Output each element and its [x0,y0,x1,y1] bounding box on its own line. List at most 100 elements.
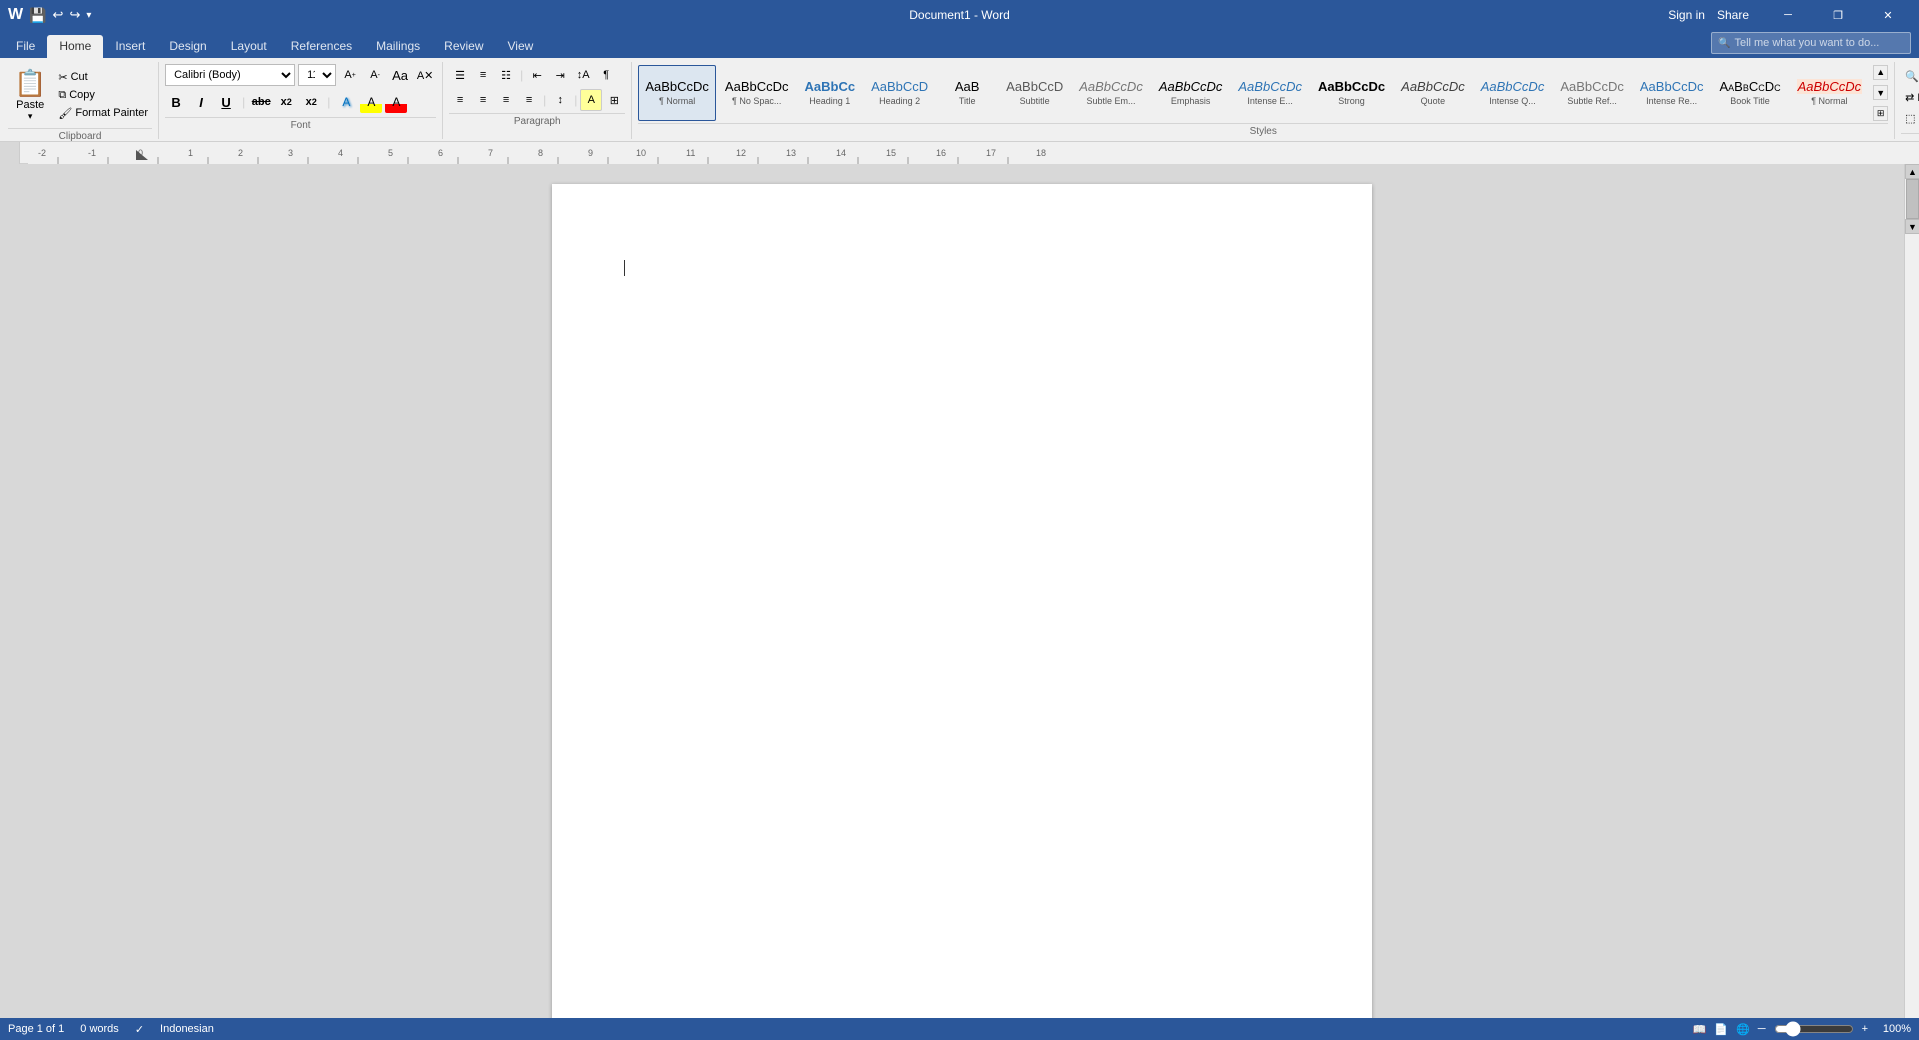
web-layout-button[interactable]: 🌐 [1736,1023,1750,1036]
tab-references[interactable]: References [279,35,364,58]
document-content[interactable] [624,256,1300,278]
numbering-button[interactable]: ≡ [472,64,494,86]
font-name-select[interactable]: Calibri (Body) [165,64,295,86]
font-color-button[interactable]: A [385,91,407,113]
tab-insert[interactable]: Insert [103,35,157,58]
replace-button[interactable]: ⇄ Replace [1901,89,1919,106]
subscript-button[interactable]: x2 [275,91,297,113]
style-heading1-preview: AaBbCc [805,79,856,95]
shading-button[interactable]: A [580,89,602,111]
change-case-button[interactable]: Aa [389,64,411,86]
vertical-scrollbar[interactable]: ▲ ▼ [1904,164,1919,1018]
undo-icon[interactable]: ↩ [53,7,64,23]
paste-dropdown-icon[interactable]: ▾ [28,111,33,122]
paste-button[interactable]: 📋 Paste ▾ [8,64,52,126]
bullets-button[interactable]: ☰ [449,64,471,86]
style-heading2[interactable]: AaBbCcD Heading 2 [864,65,935,121]
style-no-spacing-name: ¶ No Spac... [732,96,781,106]
document-scroll-area[interactable]: biemco [20,164,1904,1018]
align-right-button[interactable]: ≡ [495,89,517,111]
style-emphasis[interactable]: AaBbCcDc Emphasis [1152,65,1230,121]
scroll-up-button[interactable]: ▲ [1905,164,1919,179]
increase-indent-button[interactable]: ⇥ [549,64,571,86]
scroll-thumb[interactable] [1906,179,1919,219]
styles-expand[interactable]: ⊞ [1873,106,1888,121]
style-heading1[interactable]: AaBbCc Heading 1 [798,65,863,121]
document-page[interactable]: biemco [552,184,1372,1018]
text-effects-button[interactable]: A [335,91,357,113]
superscript-button[interactable]: x2 [300,91,322,113]
style-subtle-ref[interactable]: AaBbCcDc Subtle Ref... [1553,65,1631,121]
decrease-font-button[interactable]: A- [364,64,386,86]
share-button[interactable]: Share [1717,8,1749,22]
multilevel-button[interactable]: ☷ [495,64,517,86]
style-intense-e[interactable]: AaBbCcDc Intense E... [1231,65,1309,121]
italic-button[interactable]: I [190,91,212,113]
highlight-color-button[interactable]: A [360,91,382,113]
scroll-down-button[interactable]: ▼ [1905,219,1919,234]
decrease-indent-button[interactable]: ⇤ [526,64,548,86]
underline-button[interactable]: U [215,91,237,113]
style-normal[interactable]: AaBbCcDc ¶ Normal [638,65,716,121]
zoom-in-button[interactable]: + [1862,1023,1868,1035]
language-selector[interactable]: Indonesian [160,1023,214,1035]
style-title[interactable]: AaB Title [937,65,997,121]
find-button[interactable]: 🔍 Find ▾ [1901,68,1919,85]
ribbon-search[interactable]: 🔍 Tell me what you want to do... [1711,32,1911,54]
title-bar: W 💾 ↩ ↪ ▾ Document1 - Word Sign in Share… [0,0,1919,30]
style-quote[interactable]: AaBbCcDc Quote [1394,65,1472,121]
cut-button[interactable]: ✂ Cut [54,69,152,86]
show-formatting-button[interactable]: ¶ [595,64,617,86]
format-painter-button[interactable]: 🖌 Format Painter [54,105,152,122]
strikethrough-button[interactable]: abc [250,91,272,113]
close-button[interactable]: ✕ [1865,0,1911,30]
print-layout-button[interactable]: 📄 [1714,1023,1728,1036]
paragraph-row1: ☰ ≡ ☷ | ⇤ ⇥ ↕A ¶ [449,64,625,86]
zoom-out-button[interactable]: ─ [1758,1023,1766,1035]
customize-qat-icon[interactable]: ▾ [86,10,91,21]
style-intense-ref[interactable]: AaBbCcDc Intense Re... [1633,65,1711,121]
tab-design[interactable]: Design [157,35,218,58]
styles-scroll-up[interactable]: ▲ [1873,65,1888,80]
tab-view[interactable]: View [496,35,546,58]
restore-button[interactable]: ❐ [1815,0,1861,30]
paste-label: Paste [16,99,44,111]
line-spacing-button[interactable]: ↕ [549,89,571,111]
borders-button[interactable]: ⊞ [603,89,625,111]
tab-home[interactable]: Home [47,35,103,58]
scroll-track[interactable] [1905,179,1919,219]
style-book-title[interactable]: AaBbCcDc Book Title [1712,65,1787,121]
select-button[interactable]: ⬚ Select ▾ [1901,110,1919,127]
svg-text:12: 12 [736,148,746,158]
sort-button[interactable]: ↕A [572,64,594,86]
style-intense-q[interactable]: AaBbCcDc Intense Q... [1474,65,1552,121]
zoom-level[interactable]: 100% [1876,1023,1911,1035]
clear-formatting-button[interactable]: A✕ [414,64,436,86]
tab-layout[interactable]: Layout [219,35,279,58]
spell-check-icon[interactable]: ✓ [135,1023,144,1036]
style-intense-cc[interactable]: AaBbCcDc ¶ Normal [1790,65,1870,121]
increase-font-button[interactable]: A+ [339,64,361,86]
zoom-slider[interactable] [1774,1021,1854,1037]
align-left-button[interactable]: ≡ [449,89,471,111]
redo-icon[interactable]: ↪ [69,7,80,23]
justify-button[interactable]: ≡ [518,89,540,111]
style-subtitle[interactable]: AaBbCcD Subtitle [999,65,1070,121]
sign-in-button[interactable]: Sign in [1668,8,1705,22]
find-icon: 🔍 [1905,70,1919,83]
style-no-spacing[interactable]: AaBbCcDc ¶ No Spac... [718,65,796,121]
tab-review[interactable]: Review [432,35,495,58]
styles-scroll-down[interactable]: ▼ [1873,85,1888,100]
tab-file[interactable]: File [4,35,47,58]
save-icon[interactable]: 💾 [29,7,46,24]
bold-button[interactable]: B [165,91,187,113]
minimize-button[interactable]: ─ [1765,0,1811,30]
font-size-select[interactable]: 11 891011 12141618 20242836 4872 [298,64,336,86]
align-center-button[interactable]: ≡ [472,89,494,111]
style-strong[interactable]: AaBbCcDc Strong [1311,65,1392,121]
tab-mailings[interactable]: Mailings [364,35,432,58]
read-mode-button[interactable]: 📖 [1693,1023,1707,1036]
style-strong-name: Strong [1338,96,1365,106]
copy-button[interactable]: ⧉ Copy [54,87,152,104]
style-subtle-em[interactable]: AaBbCcDc Subtle Em... [1072,65,1150,121]
